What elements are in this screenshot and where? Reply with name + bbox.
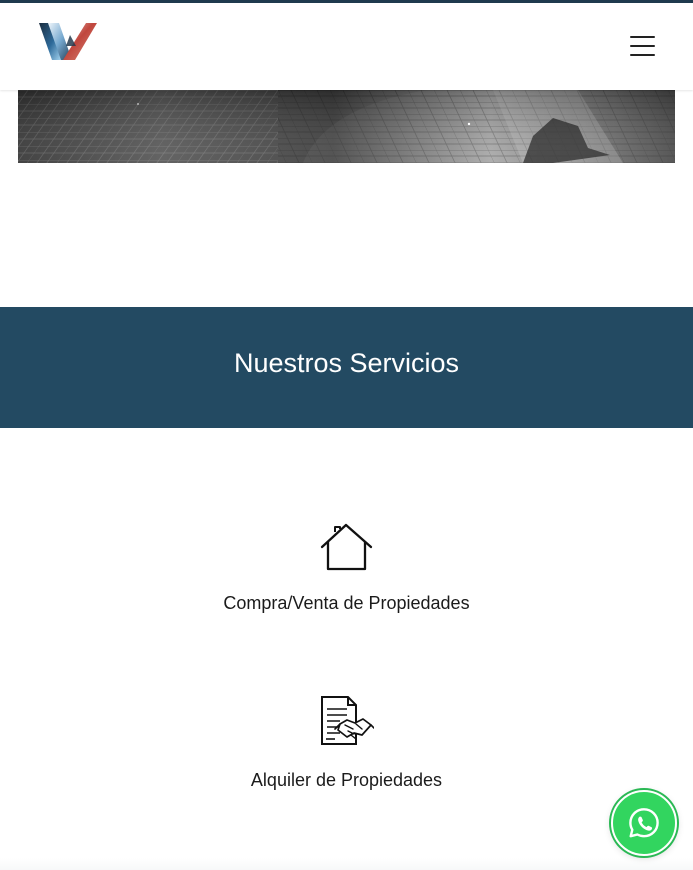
hamburger-menu-button[interactable] [628, 34, 656, 58]
whatsapp-chat-button[interactable] [611, 790, 677, 856]
service-title-compra-venta: Compra/Venta de Propiedades [223, 593, 470, 613]
bottom-edge-gradient [0, 858, 693, 870]
menu-line-bottom [630, 54, 655, 56]
services-header-section: Nuestros Servicios [0, 307, 693, 428]
mobile-page: Nuestros Servicios Compra/Venta de Propi… [0, 0, 693, 870]
menu-line-middle [630, 45, 655, 47]
site-header [0, 3, 693, 90]
house-icon [320, 523, 373, 571]
service-title-alquiler: Alquiler de Propiedades [250, 770, 443, 790]
hero-building-pattern [18, 90, 675, 163]
top-accent-bar [0, 0, 693, 3]
menu-line-top [630, 36, 655, 38]
hero-building-image [18, 90, 675, 163]
services-section-title: Nuestros Servicios [233, 348, 460, 378]
brand-w-logo-icon[interactable] [39, 21, 97, 61]
whatsapp-icon [629, 808, 659, 838]
contract-handshake-icon [321, 696, 374, 745]
